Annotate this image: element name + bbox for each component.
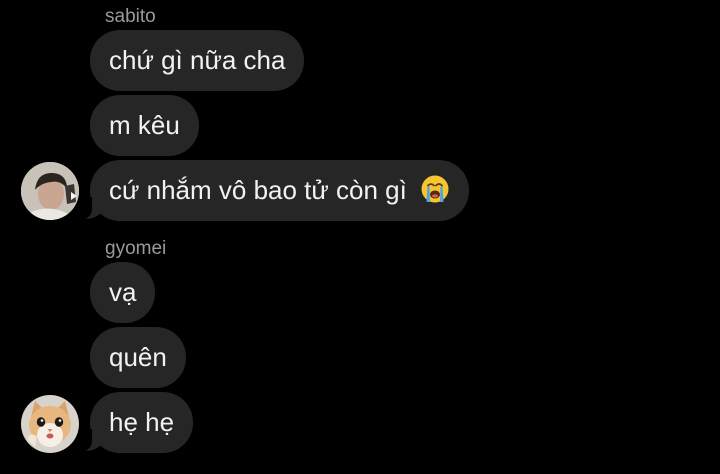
message-bubble[interactable]: vạ [90, 262, 156, 323]
next-sender-name-partial [105, 466, 175, 474]
avatar[interactable] [21, 395, 79, 453]
message-text: vạ [109, 277, 137, 307]
loudly-crying-face-icon [421, 175, 449, 203]
avatar[interactable] [21, 162, 79, 220]
message-bubble[interactable]: hẹ hẹ [71, 392, 194, 453]
user-photo-icon [21, 162, 79, 220]
sender-name: gyomei [105, 238, 167, 259]
chat-thread: sabito chứ gì nữa cha m kêu cứ nhắm vô b… [0, 0, 720, 474]
message-bubble[interactable]: m kêu [90, 95, 199, 156]
message-bubble[interactable]: chứ gì nữa cha [90, 30, 305, 91]
message-text: m kêu [109, 110, 180, 140]
message-text: chứ gì nữa cha [109, 45, 286, 75]
sender-name: sabito [105, 6, 156, 27]
message-text: cứ nhắm vô bao tử còn gì [109, 175, 407, 205]
message-bubble[interactable]: cứ nhắm vô bao tử còn gì [71, 160, 470, 221]
message-text: quên [109, 342, 167, 372]
cat-photo-icon [21, 395, 79, 453]
message-text: hẹ hẹ [109, 407, 175, 437]
message-bubble[interactable]: quên [90, 327, 186, 388]
